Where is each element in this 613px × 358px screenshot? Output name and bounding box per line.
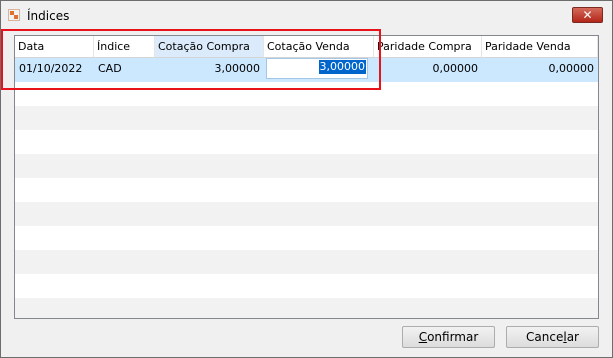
cell-paridade-compra[interactable]: 0,00000 xyxy=(374,58,482,82)
cancel-label-rest: ar xyxy=(566,330,579,344)
cell-cotacao-compra[interactable]: 3,00000 xyxy=(155,58,264,82)
column-header-cotacao-compra[interactable]: Cotação Compra xyxy=(155,36,264,58)
column-header-cotacao-venda[interactable]: Cotação Venda xyxy=(264,36,374,58)
cotacao-venda-editor[interactable]: 3,00000 xyxy=(266,58,368,79)
indices-grid[interactable]: Data Índice Cotação Compra Cotação Venda… xyxy=(14,35,599,319)
confirm-button[interactable]: Confirmar xyxy=(402,326,495,348)
cell-indice[interactable]: CAD xyxy=(94,58,155,82)
column-header-paridade-venda[interactable]: Paridade Venda xyxy=(482,36,598,58)
close-icon: ✕ xyxy=(582,8,593,22)
confirm-label: onfirmar xyxy=(427,330,479,344)
title-bar: Índices ✕ xyxy=(1,1,612,29)
confirm-mnemonic: C xyxy=(418,330,428,344)
indices-dialog: Índices ✕ Data Índice Cotação Compra Cot… xyxy=(0,0,613,358)
empty-row xyxy=(15,130,598,154)
grid-header: Data Índice Cotação Compra Cotação Venda… xyxy=(15,36,598,58)
empty-row xyxy=(15,250,598,274)
cell-data[interactable]: 01/10/2022 xyxy=(15,58,94,82)
cotacao-venda-input[interactable]: 3,00000 xyxy=(318,60,366,74)
column-header-data[interactable]: Data xyxy=(15,36,94,58)
close-button[interactable]: ✕ xyxy=(572,7,603,23)
cell-paridade-venda[interactable]: 0,00000 xyxy=(482,58,598,82)
empty-row xyxy=(15,82,598,106)
empty-row xyxy=(15,202,598,226)
empty-row xyxy=(15,106,598,130)
column-header-indice[interactable]: Índice xyxy=(94,36,155,58)
empty-row xyxy=(15,154,598,178)
cancel-label-prefix: Cance xyxy=(526,330,564,344)
cancel-button[interactable]: Cancelar xyxy=(506,326,599,348)
column-header-paridade-compra[interactable]: Paridade Compra xyxy=(374,36,482,58)
app-icon xyxy=(8,9,20,21)
empty-row xyxy=(15,178,598,202)
empty-row xyxy=(15,298,598,318)
empty-row xyxy=(15,274,598,298)
window-title: Índices xyxy=(27,9,70,23)
empty-row xyxy=(15,226,598,250)
